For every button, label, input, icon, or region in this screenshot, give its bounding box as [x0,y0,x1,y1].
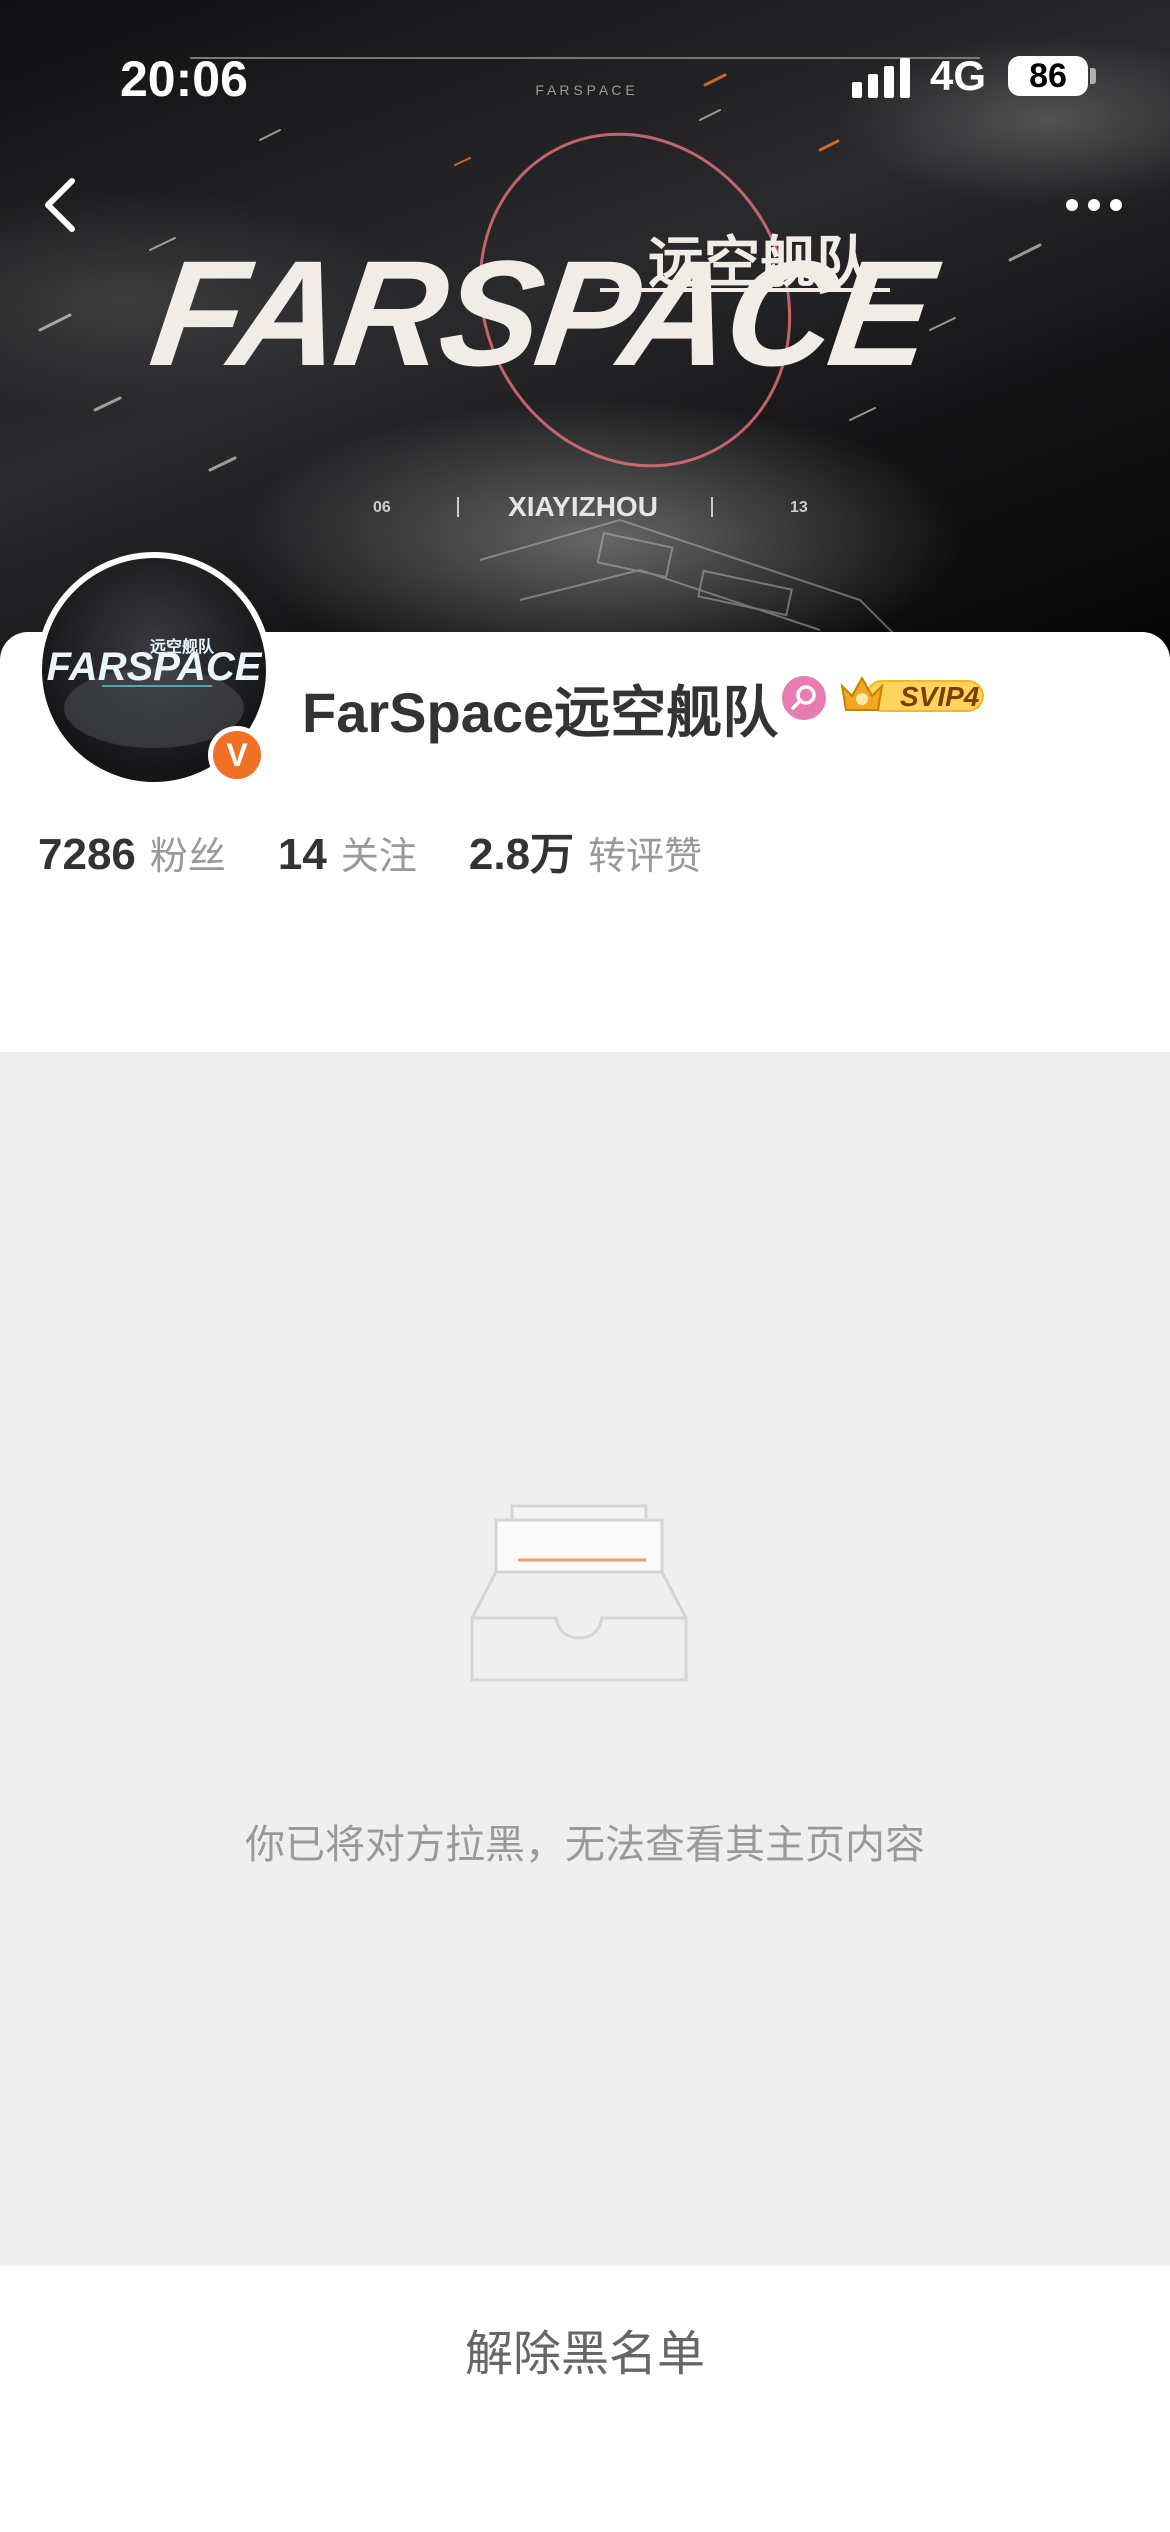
avatar-logo-cn: 远空舰队 [150,637,215,656]
chevron-left-icon[interactable] [30,175,90,235]
network-type: 4G [930,52,987,99]
more-dots-icon[interactable] [1064,190,1124,220]
banner-logo-cn: 远空舰队 [648,231,873,296]
stat-value: 7286 [38,830,136,879]
unblock-button[interactable]: 解除黑名单 [0,2266,1170,2432]
blocked-content-area: 你已将对方拉黑，无法查看其主页内容 [0,1052,1170,2266]
profile-stats: 7286 粉丝 14 关注 2.8万 转评赞 [38,818,754,882]
svip-label: SVIP4 [900,681,980,712]
banner-subtitle: XIAYIZHOU [508,491,658,522]
stat-value: 14 [277,830,327,879]
empty-inbox-icon [470,1504,688,1682]
banner-right-number: 13 [790,499,808,516]
stat-label: 关注 [340,836,417,878]
stat-label: 粉丝 [149,836,226,878]
profile-username: FarSpace远空舰队 [302,681,779,744]
battery-indicator: 86 [1008,56,1088,96]
stat-followers[interactable]: 7286 粉丝 [38,825,226,880]
stat-label: 转评赞 [588,836,703,878]
stat-engagement[interactable]: 2.8万 转评赞 [469,818,702,882]
status-time: 20:06 [120,51,248,107]
cellular-signal-icon [852,58,910,98]
female-icon [782,676,826,720]
stat-following[interactable]: 14 关注 [278,825,417,880]
battery-tip [1090,68,1096,84]
verified-badge: V [208,726,266,784]
stat-value: 2.8万 [468,830,575,879]
banner-left-number: 06 [373,499,391,516]
banner-wordmark-small: F A R S P A C E [535,82,634,98]
bottom-action-bar: 解除黑名单 [0,2266,1170,2532]
blocked-message: 你已将对方拉黑，无法查看其主页内容 [245,1823,925,1867]
